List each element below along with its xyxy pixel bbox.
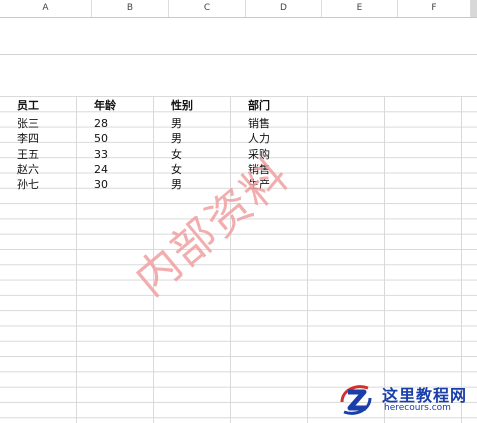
cell-employee-1[interactable]: 张三 [17, 116, 39, 131]
site-logo: 这里教程网 herecours.com [330, 378, 477, 423]
header-cell-department[interactable]: 部门 [248, 98, 270, 113]
cell-department-1[interactable]: 销售 [248, 116, 270, 131]
scrollbar-corner[interactable] [471, 0, 477, 17]
cell-employee-5[interactable]: 孙七 [17, 177, 39, 192]
header-cell-age[interactable]: 年龄 [94, 98, 116, 113]
cell-gender-4[interactable]: 女 [171, 162, 182, 177]
header-cell-gender[interactable]: 性别 [171, 98, 193, 113]
column-header-d[interactable]: D [246, 0, 322, 17]
logo-z-icon [340, 385, 372, 415]
header-cell-employee[interactable]: 员工 [17, 98, 39, 113]
cell-age-1[interactable]: 28 [94, 116, 108, 131]
cell-gender-3[interactable]: 女 [171, 147, 182, 162]
cell-age-4[interactable]: 24 [94, 162, 108, 177]
cell-gender-2[interactable]: 男 [171, 131, 182, 146]
cell-employee-3[interactable]: 王五 [17, 147, 39, 162]
column-header-f[interactable]: F [398, 0, 471, 17]
cell-gender-1[interactable]: 男 [171, 116, 182, 131]
cell-age-3[interactable]: 33 [94, 147, 108, 162]
divider-line [0, 54, 477, 55]
blank-area [0, 18, 477, 96]
logo-url: herecours.com [384, 403, 451, 413]
cell-age-5[interactable]: 30 [94, 177, 108, 192]
column-header-bar: A B C D E F [0, 0, 477, 18]
column-header-a[interactable]: A [0, 0, 92, 17]
column-header-c[interactable]: C [169, 0, 246, 17]
cell-employee-2[interactable]: 李四 [17, 131, 39, 146]
cell-gender-5[interactable]: 男 [171, 177, 182, 192]
cell-employee-4[interactable]: 赵六 [17, 162, 39, 177]
cell-age-2[interactable]: 50 [94, 131, 108, 146]
column-header-b[interactable]: B [92, 0, 169, 17]
column-header-e[interactable]: E [322, 0, 398, 17]
